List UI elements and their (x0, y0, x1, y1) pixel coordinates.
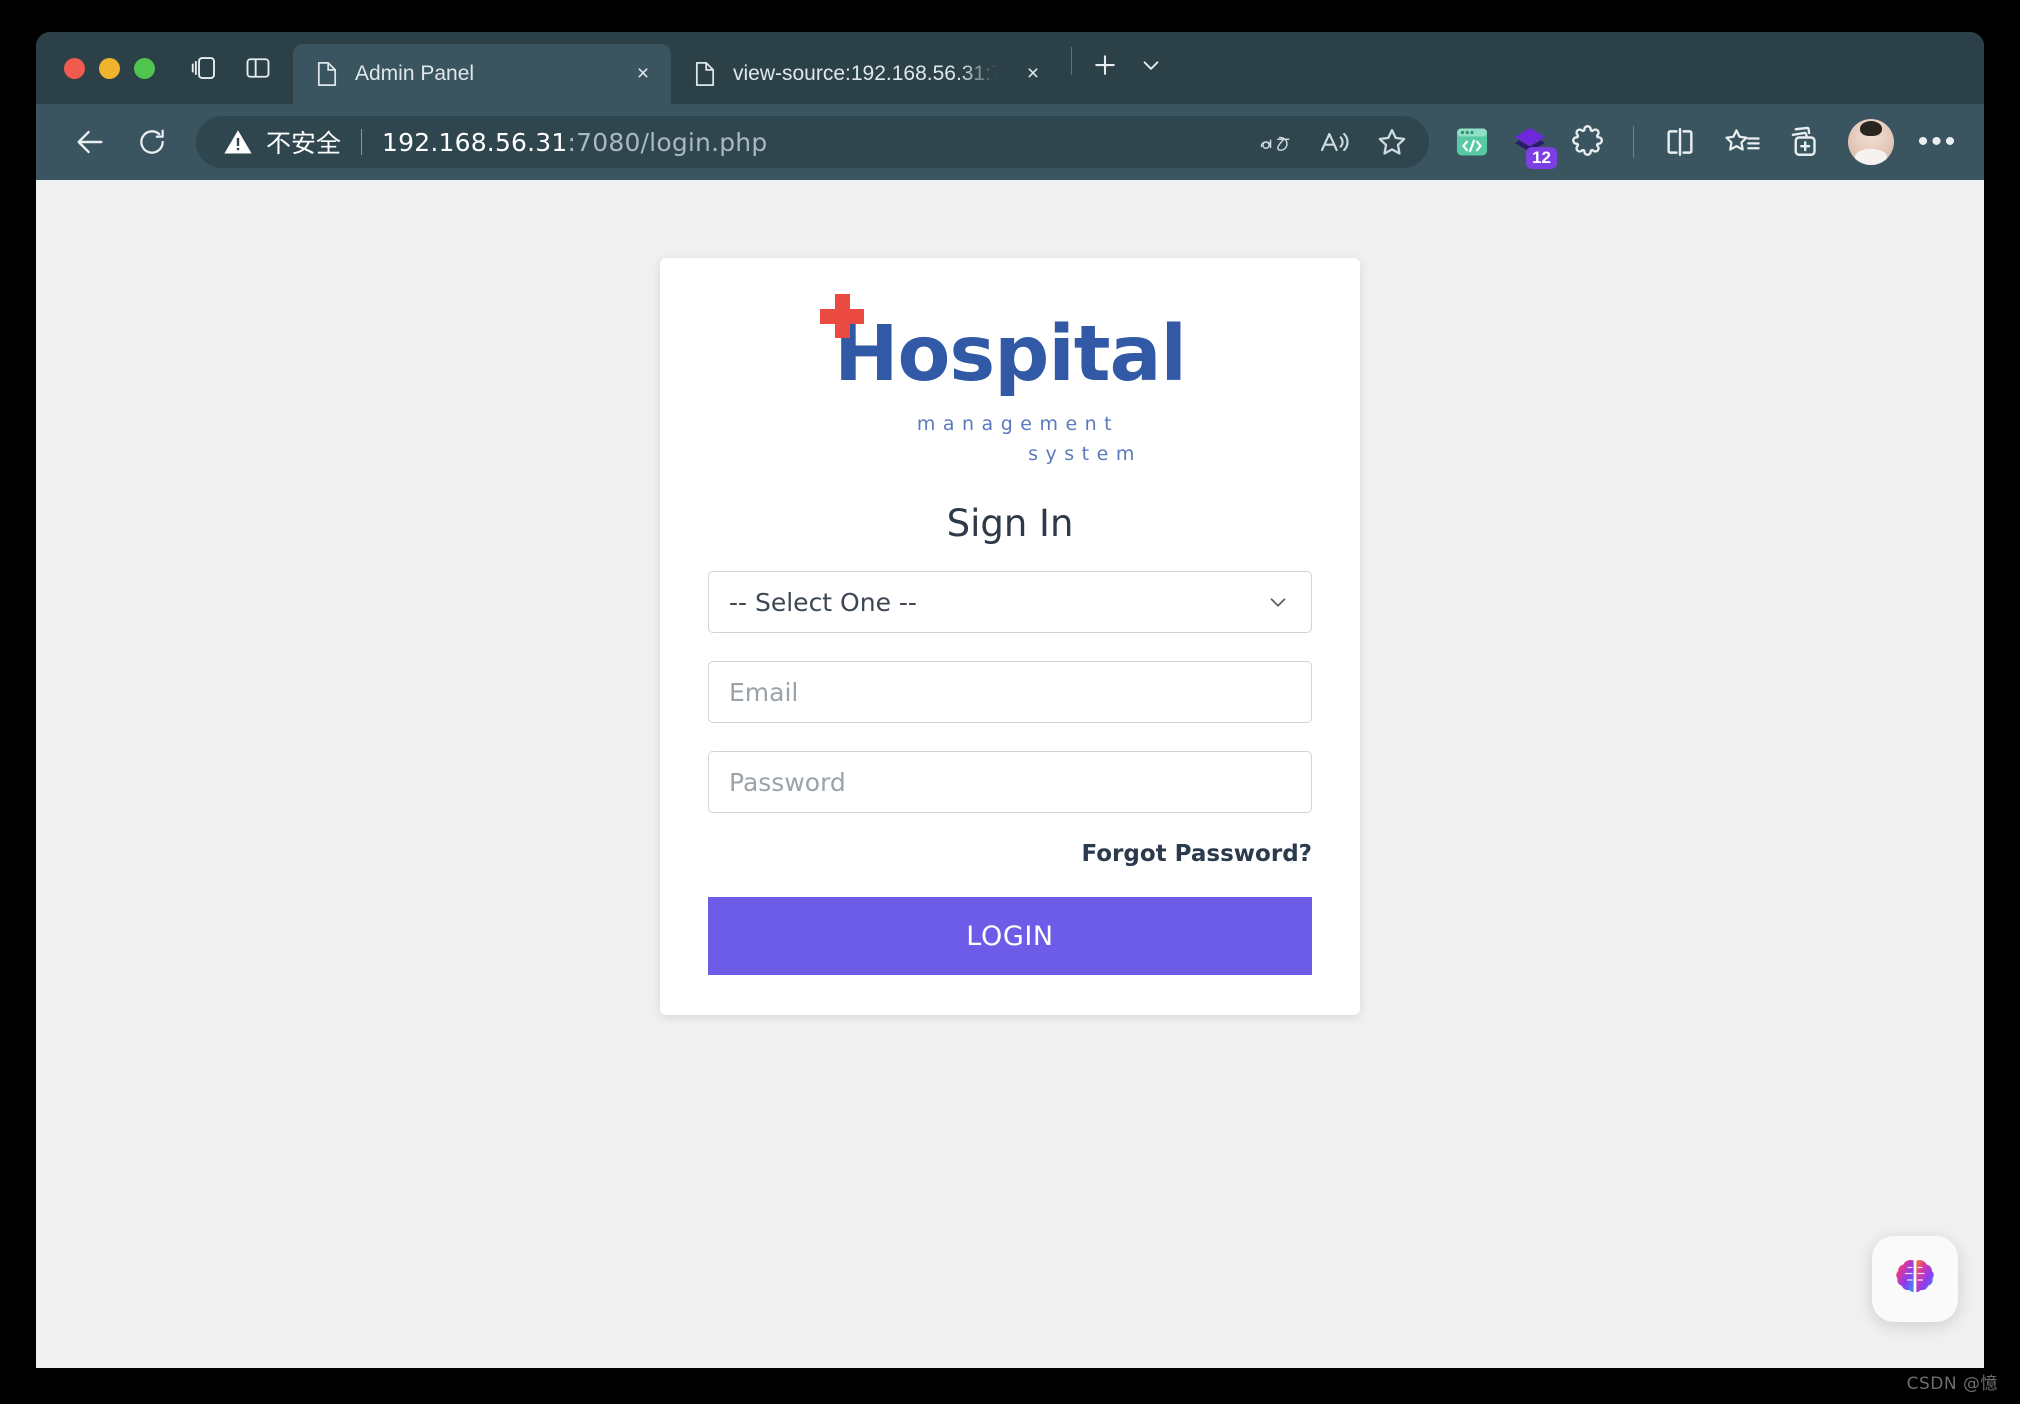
extensions-puzzle-icon[interactable] (1561, 115, 1615, 169)
security-status-text: 不安全 (266, 129, 342, 158)
close-window-button[interactable] (64, 57, 85, 79)
close-tab-button[interactable]: × (1013, 54, 1053, 94)
navigation-toolbar: 不安全 192.168.56.31:7080/login.php 12 ••• (36, 104, 1984, 180)
split-panel-icon[interactable] (231, 32, 285, 104)
page-icon (315, 60, 339, 88)
tab-admin-panel[interactable]: Admin Panel × (293, 44, 671, 104)
page-viewport: Hospital management system Sign In -- Se… (36, 180, 1984, 1368)
watermark: CSDN @憶 (1906, 1374, 1998, 1394)
translate-aa-icon[interactable] (1249, 115, 1303, 169)
url-host: 192.168.56.31 (382, 127, 568, 157)
back-arrow-icon[interactable] (62, 114, 118, 170)
page-icon (693, 60, 717, 88)
login-card: Hospital management system Sign In -- Se… (660, 258, 1360, 1015)
maximize-window-button[interactable] (134, 57, 155, 79)
warning-triangle-icon (222, 126, 254, 158)
forgot-password-link[interactable]: Forgot Password? (1081, 841, 1312, 867)
avatar[interactable] (1848, 119, 1894, 165)
read-aloud-icon[interactable] (1307, 115, 1361, 169)
logo-title-row: Hospital (800, 294, 1220, 393)
toolbar-divider (1633, 126, 1634, 158)
tab-divider (1071, 47, 1072, 75)
tab-stack-icon[interactable] (177, 32, 231, 104)
screenshot-root: Admin Panel × view-source:192.168.56.31:… (0, 0, 2020, 1404)
role-select[interactable]: -- Select One -- (708, 571, 1312, 633)
brain-icon (1891, 1253, 1939, 1306)
star-icon[interactable] (1365, 115, 1419, 169)
login-button[interactable]: LOGIN (708, 897, 1312, 975)
reload-icon[interactable] (124, 114, 180, 170)
tab-strip: Admin Panel × view-source:192.168.56.31:… (36, 32, 1984, 104)
url-path: :7080/login.php (567, 127, 768, 157)
split-screen-icon[interactable] (1652, 114, 1708, 170)
logo-word-text: Hospital (834, 310, 1187, 399)
role-select-value: -- Select One -- (729, 587, 917, 617)
chevron-down-icon[interactable] (1128, 42, 1174, 88)
extension-badge-count: 12 (1526, 147, 1557, 169)
brand-logo: Hospital management system (660, 258, 1360, 472)
tab-title: Admin Panel (355, 62, 475, 85)
ai-assistant-button[interactable] (1872, 1236, 1958, 1322)
role-select-wrapper: -- Select One -- (708, 571, 1312, 633)
chevron-down-icon (1265, 589, 1291, 615)
tab-list: Admin Panel × view-source:192.168.56.31:… (293, 32, 1174, 104)
more-options-icon[interactable]: ••• (1910, 114, 1966, 170)
minimize-window-button[interactable] (99, 57, 120, 79)
page-title: Sign In (946, 502, 1074, 545)
logo-subtitle-management: management (916, 413, 1120, 435)
medical-cross-icon (820, 294, 865, 338)
favorites-list-icon[interactable] (1714, 114, 1770, 170)
tab-view-source[interactable]: view-source:192.168.56.31:708 × (671, 44, 1061, 104)
layers-icon[interactable]: 12 (1503, 115, 1557, 169)
password-field[interactable] (708, 751, 1312, 813)
logo-wordmark: Hospital (820, 294, 1187, 393)
code-window-icon[interactable] (1445, 115, 1499, 169)
add-to-collection-icon[interactable] (1776, 114, 1832, 170)
omnibox-divider (361, 129, 363, 155)
email-field[interactable] (708, 661, 1312, 723)
logo-graphic: Hospital management system (800, 294, 1220, 468)
address-bar[interactable]: 不安全 192.168.56.31:7080/login.php (196, 116, 1429, 168)
omnibox-actions (1249, 115, 1419, 169)
login-form: -- Select One -- Forgot Password? (660, 571, 1360, 975)
close-tab-button[interactable]: × (623, 54, 663, 94)
logo-subtitle-system: system (1028, 443, 1142, 465)
extensions-toolbar: 12 (1445, 115, 1615, 169)
forgot-password-row: Forgot Password? (708, 841, 1312, 867)
window-controls (36, 32, 177, 104)
url-text: 192.168.56.31:7080/login.php (382, 128, 767, 157)
browser-window: Admin Panel × view-source:192.168.56.31:… (36, 32, 1984, 1368)
new-tab-button[interactable] (1082, 42, 1128, 88)
tab-title: view-source:192.168.56.31:708 (733, 62, 997, 85)
